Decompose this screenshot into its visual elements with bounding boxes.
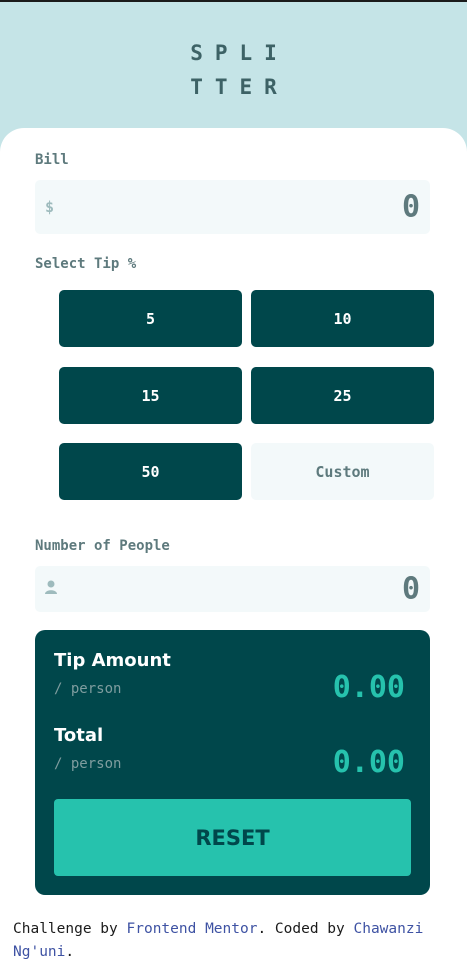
tip-button-15[interactable]: 15	[59, 367, 242, 424]
tip-button-50[interactable]: 50	[59, 443, 242, 500]
attribution-prefix: Challenge by	[13, 921, 127, 937]
total-value: 0.00	[332, 745, 405, 780]
app-logo: SPLI TTER	[0, 36, 467, 104]
bill-input[interactable]: $ 0	[35, 180, 430, 234]
bill-label: Bill	[35, 152, 69, 168]
total-label: Total	[54, 725, 104, 746]
bill-value: 0	[401, 189, 420, 225]
people-label: Number of People	[35, 538, 170, 554]
tip-button-10[interactable]: 10	[251, 290, 434, 347]
people-value: 0	[401, 571, 420, 607]
logo-line-2: TTER	[190, 75, 289, 99]
total-per-person: / person	[54, 756, 122, 772]
frontend-mentor-link[interactable]: Frontend Mentor	[127, 921, 258, 937]
custom-tip-input[interactable]: Custom	[251, 443, 434, 500]
dollar-icon: $	[45, 198, 55, 216]
tip-amount-value: 0.00	[332, 670, 405, 705]
attribution-suffix: .	[65, 944, 75, 960]
attribution: Challenge by Frontend Mentor. Coded by C…	[13, 918, 458, 960]
result-panel: Tip Amount / person 0.00 Total / person …	[35, 630, 430, 895]
tip-button-5[interactable]: 5	[59, 290, 242, 347]
tip-amount-label: Tip Amount	[54, 650, 171, 671]
people-input[interactable]: 0	[35, 566, 430, 612]
person-icon	[45, 580, 57, 598]
reset-button[interactable]: RESET	[54, 799, 411, 876]
logo-line-1: SPLI	[190, 41, 289, 65]
tip-label: Select Tip %	[35, 256, 137, 272]
tip-button-25[interactable]: 25	[251, 367, 434, 424]
attribution-middle: . Coded by	[257, 921, 354, 937]
tip-amount-per-person: / person	[54, 681, 122, 697]
